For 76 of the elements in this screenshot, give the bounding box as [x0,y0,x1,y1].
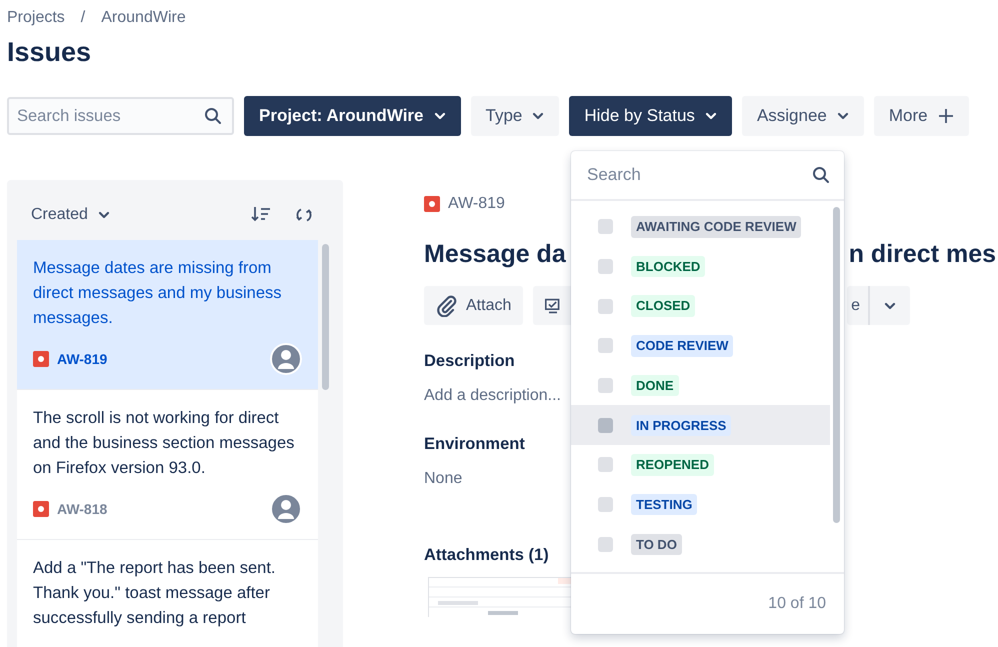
status-option[interactable]: REOPENED [571,445,830,485]
result-count: 10 of 10 [768,594,826,614]
checkbox[interactable] [598,457,613,472]
section-heading: Attachments (1) [424,544,549,566]
checkbox[interactable] [598,418,613,433]
breadcrumb-link[interactable]: AroundWire [101,6,186,30]
bug-icon [424,196,440,212]
status-lozenge: DONE [631,374,679,396]
issue-title: n direct mes [848,239,996,270]
issue-key[interactable]: AW-818 [57,498,108,520]
checkbox[interactable] [598,378,613,394]
checkbox[interactable] [598,338,613,354]
breadcrumb-link[interactable]: Projects [7,6,65,30]
refresh-icon[interactable] [295,206,313,224]
issue-title: Message da [424,239,566,270]
caret-icon [884,302,896,310]
caret-icon [836,112,849,120]
more-actions-button[interactable] [868,286,910,325]
issue-card[interactable]: Add a "The report has been sent. Thank you." toast message after successfully sending a report [17,540,318,647]
caret-icon [704,112,717,120]
status-lozenge: TO DO [631,534,682,556]
filter-button[interactable]: More [874,96,969,136]
status-lozenge: CODE REVIEW [631,335,734,357]
status-lozenge: TESTING [631,494,698,516]
scrollbar[interactable] [833,207,840,523]
issue-card[interactable]: The scroll is not working for direct and the business section messages on Firefox version 93.0. AW-818 [17,390,318,540]
checkbox[interactable] [598,298,613,314]
sort-dropdown[interactable]: Created [31,203,110,227]
status-option[interactable]: DONE [571,366,830,406]
status-option[interactable]: TO DO [571,524,830,564]
status-lozenge: REOPENED [631,454,714,476]
status-option[interactable]: TESTING [571,484,830,524]
breadcrumb-separator: / [80,8,86,28]
attach-button[interactable]: Attach [424,286,524,325]
checkbox[interactable] [598,497,613,512]
status-option[interactable]: BLOCKED [571,246,830,286]
bug-icon [33,501,49,517]
caret-icon [434,112,446,120]
issue-summary: The scroll is not working for direct and the business section messages on Firefox version 93.0. [33,408,296,479]
issue-card[interactable]: Message dates are missing from direct messages and my business messages. AW-819 [17,240,318,390]
checkbox[interactable] [598,259,613,274]
status-option[interactable]: CLOSED [571,286,830,326]
section-heading: Description [424,351,515,372]
checklist-button[interactable] [533,286,574,325]
issue-summary: Message dates are missing from direct messages and my business messages. [33,258,283,329]
search-field[interactable]: Search issues [7,97,234,135]
scrollbar[interactable] [322,244,329,390]
status-lozenge: CLOSED [631,295,696,317]
status-lozenge: AWAITING CODE REVIEW [631,216,802,238]
issue-summary: Add a "The report has been sent. Thank you." toast message after successfully sending a report [33,558,277,629]
plus-icon [938,108,954,124]
filter-button[interactable]: Hide by Status [569,96,732,136]
status-option[interactable]: CODE REVIEW [571,326,830,366]
avatar-icon [270,493,302,525]
filter-button[interactable]: Assignee [742,96,864,136]
page-title: Issues [7,36,92,69]
avatar-icon [270,343,302,375]
section-heading: Environment [424,434,525,455]
status-option[interactable]: AWAITING CODE REVIEW [571,207,830,247]
checkbox[interactable] [598,219,613,234]
status-lozenge: BLOCKED [631,256,706,278]
status-option[interactable]: IN PROGRESS [571,405,830,446]
filter-button[interactable]: Project: AroundWire [244,96,461,136]
bug-icon [33,351,49,367]
status-lozenge: IN PROGRESS [631,414,732,436]
filter-button[interactable]: Type [470,96,560,136]
caret-icon [532,112,544,120]
sort-order-icon[interactable] [251,206,271,222]
issue-key[interactable]: AW-819 [57,348,108,370]
action-button[interactable]: e [847,286,868,325]
search-icon [204,107,222,125]
paperclip-icon [436,294,458,316]
checkbox[interactable] [598,536,613,552]
search-icon [812,166,830,184]
issue-key: AW-819 [448,192,505,216]
caret-icon [98,211,110,219]
